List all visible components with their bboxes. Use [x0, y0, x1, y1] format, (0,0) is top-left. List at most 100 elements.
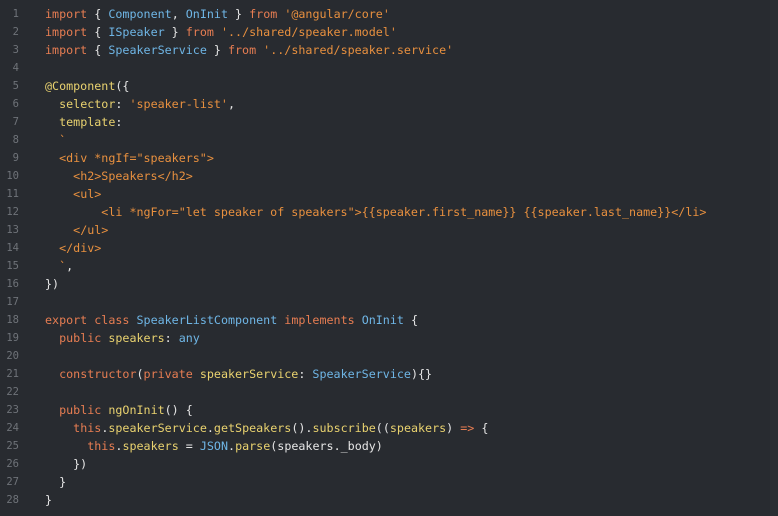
code-line[interactable]: 22	[0, 383, 778, 401]
code-text: })	[45, 275, 59, 293]
code-token: export	[45, 313, 95, 327]
code-text: public ngOnInit() {	[45, 401, 193, 419]
code-token: public	[59, 403, 109, 417]
code-line[interactable]: 18 export class SpeakerListComponent impl…	[0, 311, 778, 329]
code-line[interactable]: 6 selector: 'speaker-list',	[0, 95, 778, 113]
code-token: :	[164, 331, 179, 345]
code-text: <div *ngIf="speakers">	[45, 149, 214, 167]
line-number: 10	[6, 170, 19, 182]
code-editor[interactable]: 1 import { Component, OnInit } from '@ang…	[0, 0, 778, 516]
code-line[interactable]: 27 }	[0, 473, 778, 491]
code-text: `,	[45, 257, 73, 275]
code-text: import { SpeakerService } from '../share…	[45, 41, 453, 59]
code-line[interactable]: 7 template:	[0, 113, 778, 131]
code-token: JSON	[199, 439, 229, 453]
code-token: <h2>Speakers</h2>	[73, 169, 193, 183]
line-number: 23	[6, 404, 19, 416]
code-line[interactable]: 28}	[0, 491, 778, 509]
code-token: SpeakerService	[312, 367, 411, 381]
code-line[interactable]: 12 <li *ngFor="let speaker of speakers">…	[0, 203, 778, 221]
code-line[interactable]: 23 public ngOnInit() {	[0, 401, 778, 419]
vertical-scrollbar[interactable]	[770, 0, 778, 516]
code-token: {	[474, 421, 489, 435]
code-line[interactable]: 4	[0, 59, 778, 77]
code-content[interactable]: 1 import { Component, OnInit } from '@ang…	[0, 5, 778, 509]
line-number: 11	[6, 188, 19, 200]
code-token: this	[73, 421, 102, 435]
code-token: constructor	[59, 367, 137, 381]
code-text: import { ISpeaker } from '../shared/spea…	[45, 23, 397, 41]
code-line[interactable]: 5 @Component({	[0, 77, 778, 95]
line-number: 7	[12, 116, 19, 128]
code-text: this.speakerService.getSpeakers().subscr…	[45, 419, 488, 437]
code-line[interactable]: 10 <h2>Speakers</h2>	[0, 167, 778, 185]
code-text: public speakers: any	[45, 329, 200, 347]
code-token: (speakers._body)	[270, 439, 383, 453]
code-token: 'speaker-list'	[129, 97, 228, 111]
code-line[interactable]: 20	[0, 347, 778, 365]
code-line[interactable]: 3 import { SpeakerService } from '../shar…	[0, 41, 778, 59]
code-token: ({	[115, 79, 130, 93]
code-token: getSpeakers	[213, 421, 292, 435]
line-number: 20	[6, 350, 19, 362]
code-token: speakers	[122, 439, 179, 453]
code-token: :	[298, 367, 313, 381]
code-token: .	[228, 439, 236, 453]
code-line[interactable]: 8 `	[0, 131, 778, 149]
code-text: template:	[45, 113, 122, 131]
code-token: any	[178, 331, 200, 345]
code-line[interactable]: 24 this.speakerService.getSpeakers().sub…	[0, 419, 778, 437]
code-token: SpeakerListComponent	[136, 313, 285, 327]
code-text: selector: 'speaker-list',	[45, 95, 235, 113]
code-token: }	[45, 493, 53, 507]
code-token: ngOnInit	[108, 403, 165, 417]
code-token: )	[446, 421, 461, 435]
code-token: class	[94, 313, 137, 327]
code-line[interactable]: 25 this.speakers = JSON.parse(speakers._…	[0, 437, 778, 455]
code-token: ((	[375, 421, 390, 435]
code-line[interactable]: 9 <div *ngIf="speakers">	[0, 149, 778, 167]
code-line[interactable]: 26 })	[0, 455, 778, 473]
code-token: ,	[171, 7, 186, 21]
code-line[interactable]: 21 constructor(private speakerService: S…	[0, 365, 778, 383]
code-line[interactable]: 2 import { ISpeaker } from '../shared/spe…	[0, 23, 778, 41]
code-line[interactable]: 17	[0, 293, 778, 311]
code-token: from	[185, 25, 221, 39]
code-token: })	[45, 277, 60, 291]
code-text: </ul>	[45, 221, 108, 239]
code-text: constructor(private speakerService: Spea…	[45, 365, 432, 383]
code-token: '../shared/speaker.service'	[263, 43, 454, 57]
code-token: ,	[227, 97, 236, 111]
code-token: private	[143, 367, 200, 381]
code-text: `	[45, 131, 66, 149]
line-number: 6	[12, 98, 19, 110]
code-line[interactable]: 19 public speakers: any	[0, 329, 778, 347]
code-line[interactable]: 16})	[0, 275, 778, 293]
code-line[interactable]: 14 </div>	[0, 239, 778, 257]
code-text: @Component({	[45, 77, 129, 95]
line-number: 2	[12, 26, 19, 38]
code-token: speakerService	[199, 367, 299, 381]
code-token: template	[59, 115, 116, 129]
code-token: () {	[164, 403, 193, 417]
line-number: 8	[12, 134, 19, 146]
code-line[interactable]: 1 import { Component, OnInit } from '@ang…	[0, 5, 778, 23]
code-line[interactable]: 11 <ul>	[0, 185, 778, 203]
code-token: import	[45, 7, 95, 21]
line-number: 21	[6, 368, 19, 380]
code-token: selector	[59, 97, 116, 111]
line-number: 3	[12, 44, 19, 56]
line-number: 14	[6, 242, 19, 254]
code-line[interactable]: 13 </ul>	[0, 221, 778, 239]
code-token: this	[87, 439, 116, 453]
line-number: 13	[6, 224, 19, 236]
code-token: '@angular/core'	[284, 7, 390, 21]
code-line[interactable]: 15 `,	[0, 257, 778, 275]
line-number: 25	[6, 440, 19, 452]
